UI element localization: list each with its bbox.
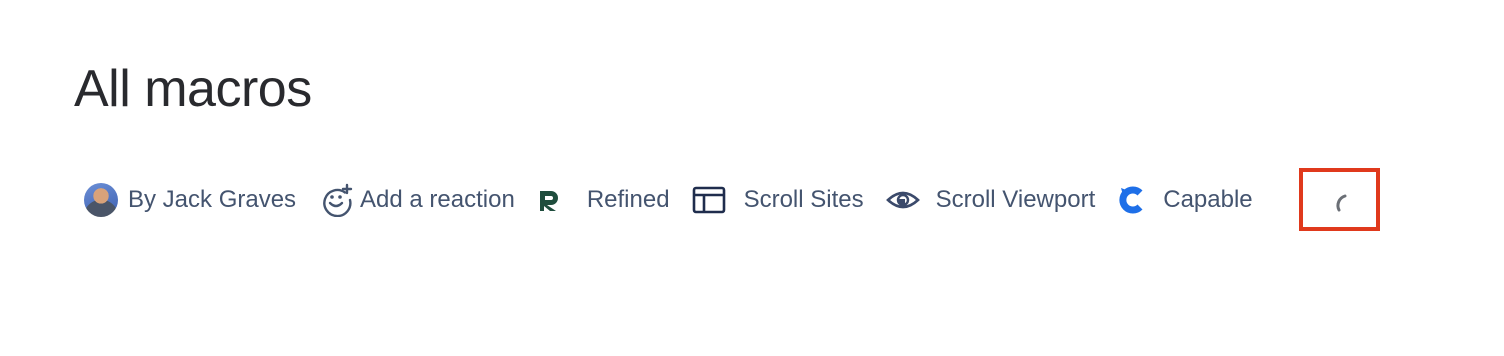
layout-icon	[692, 186, 725, 214]
add-reaction-button[interactable]: Add a reaction	[320, 180, 515, 220]
app-label-capable[interactable]: Capable	[1163, 180, 1252, 220]
app-label-scroll-sites[interactable]: Scroll Sites	[744, 180, 864, 220]
loading-spinner-icon	[1336, 194, 1347, 212]
avatar[interactable]	[84, 183, 118, 217]
app-scroll-sites[interactable]: Scroll Sites	[692, 180, 864, 220]
author-label[interactable]: By Jack Graves	[128, 180, 296, 220]
app-refined[interactable]: Refined	[537, 180, 670, 220]
add-reaction-label[interactable]: Add a reaction	[360, 180, 515, 220]
eye-icon	[885, 191, 920, 209]
byline-bar: By Jack Graves Add a reaction Refined Sc…	[84, 180, 1253, 220]
loading-highlight	[1299, 168, 1380, 231]
author-link[interactable]: By Jack Graves	[84, 180, 296, 220]
capable-logo-icon	[1119, 186, 1143, 214]
app-scroll-viewport[interactable]: Scroll Viewport	[885, 180, 1096, 220]
app-capable[interactable]: Capable	[1117, 180, 1253, 220]
refined-logo-icon	[539, 191, 558, 211]
app-label-refined[interactable]: Refined	[587, 180, 670, 220]
page-title: All macros	[74, 60, 312, 118]
add-reaction-icon	[323, 183, 353, 217]
app-label-scroll-viewport[interactable]: Scroll Viewport	[936, 180, 1096, 220]
page: All macros By Jack Graves Add a reaction…	[0, 0, 1504, 356]
